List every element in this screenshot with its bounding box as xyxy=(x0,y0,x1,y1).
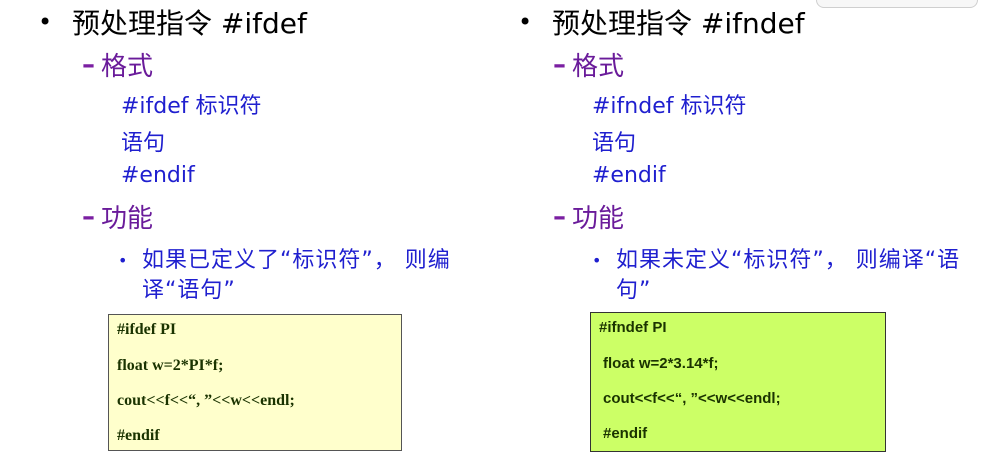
left-format-text: 格式 xyxy=(101,52,154,82)
code-line: float w=2*PI*f; xyxy=(117,357,224,374)
dash-icon: – xyxy=(82,49,95,80)
left-function-text: 功能 xyxy=(101,204,154,234)
code-line: #ifdef PI xyxy=(117,321,177,338)
left-code-box: #ifdef PI float w=2*PI*f; cout<<f<<“, ”<… xyxy=(108,314,402,451)
right-heading-row: • 预处理指令 #ifndef xyxy=(518,2,805,42)
code-line: cout<<f<<“, ”<<w<<endl; xyxy=(603,390,781,407)
code-line: float w=2*3.14*f; xyxy=(603,355,719,372)
code-line: cout<<f<<“, ”<<w<<endl; xyxy=(117,392,295,409)
left-heading: 预处理指令 #ifdef xyxy=(72,7,307,40)
left-format-line-2: 语句 xyxy=(121,131,166,156)
right-format-text: 格式 xyxy=(572,52,625,82)
left-format-line-1: #ifdef 标识符 xyxy=(121,94,262,119)
right-function-text: 功能 xyxy=(572,204,625,234)
right-heading: 预处理指令 #ifndef xyxy=(552,7,805,40)
right-format-line-3: #endif xyxy=(592,163,666,188)
right-format-line-1: #ifndef 标识符 xyxy=(592,94,747,119)
left-format-label: – 格式 xyxy=(82,46,153,83)
left-function-label: – 功能 xyxy=(82,198,153,235)
code-line: #ifndef PI xyxy=(599,319,667,336)
window-edge-fragment xyxy=(816,0,978,8)
bullet-icon: • xyxy=(118,251,129,270)
code-line: #endif xyxy=(117,427,160,444)
bullet-icon: • xyxy=(38,8,53,36)
dash-icon: – xyxy=(82,201,95,232)
bullet-icon: • xyxy=(518,8,533,36)
left-description-text: 如果已定义了“标识符”， 则编译“语句” xyxy=(142,248,451,303)
left-format-line-3: #endif xyxy=(121,163,195,188)
right-format-label: – 格式 xyxy=(553,46,624,83)
bullet-icon: • xyxy=(592,251,603,270)
right-description: • 如果未定义“标识符”， 则编译“语句” xyxy=(592,246,962,306)
right-description-text: 如果未定义“标识符”， 则编译“语句” xyxy=(616,248,961,303)
left-heading-row: • 预处理指令 #ifdef xyxy=(38,2,307,42)
right-code-box: #ifndef PI float w=2*3.14*f; cout<<f<<“,… xyxy=(590,312,886,452)
left-description: • 如果已定义了“标识符”， 则编译“语句” xyxy=(118,246,488,306)
dash-icon: – xyxy=(553,201,566,232)
code-line: #endif xyxy=(603,425,648,442)
right-function-label: – 功能 xyxy=(553,198,624,235)
right-format-line-2: 语句 xyxy=(592,131,637,156)
dash-icon: – xyxy=(553,49,566,80)
